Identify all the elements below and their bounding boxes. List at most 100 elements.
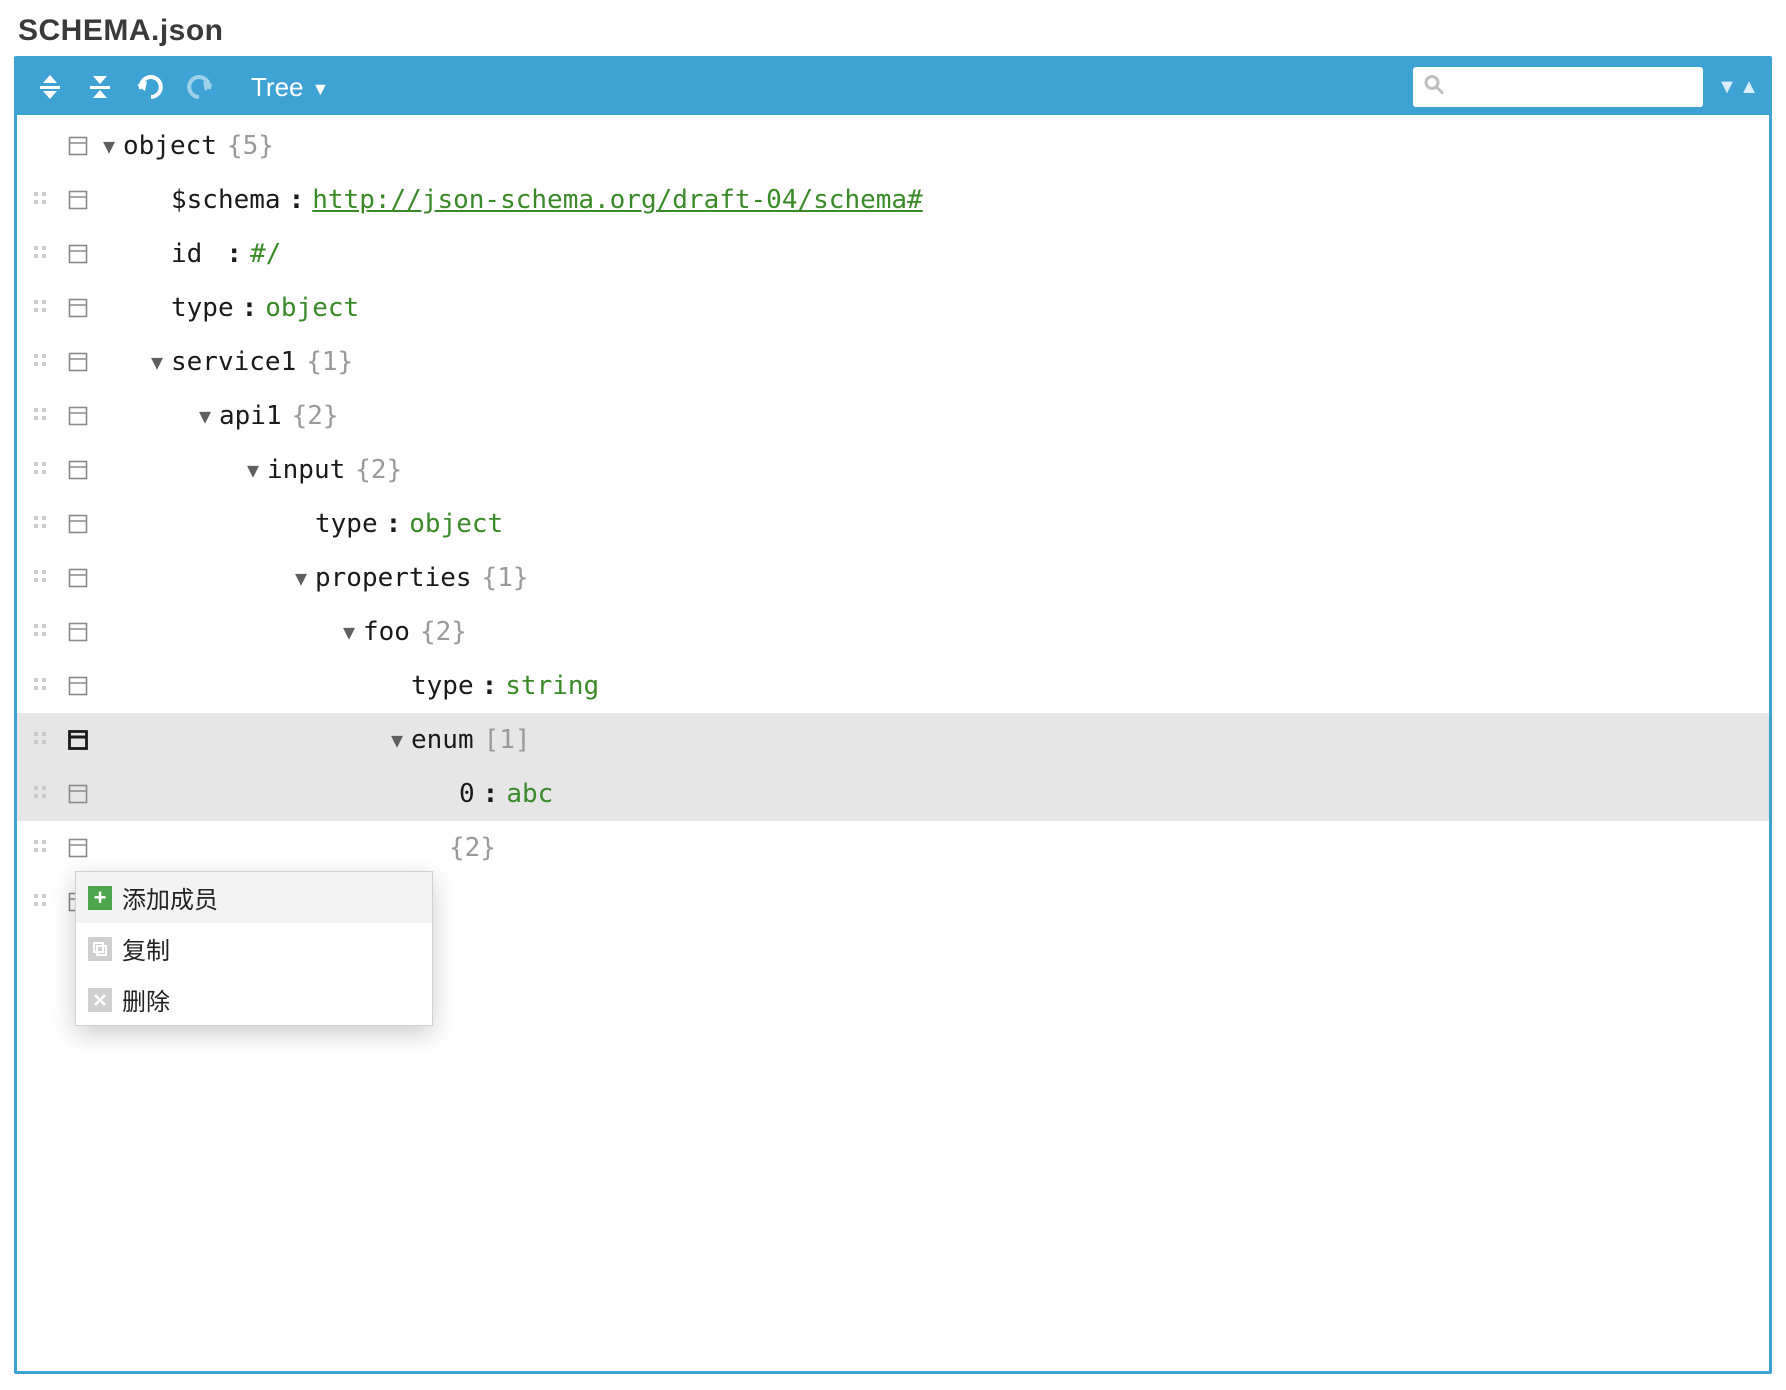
node-key[interactable]: type xyxy=(171,293,234,323)
row-menu-button[interactable] xyxy=(67,513,89,535)
caret-down-icon[interactable]: ▼ xyxy=(95,134,123,158)
tree-row[interactable]: ▼input {2} xyxy=(17,443,1769,497)
node-key[interactable]: api1 xyxy=(219,401,282,431)
node-meta: {1} xyxy=(306,347,353,377)
separator: : xyxy=(386,509,402,539)
separator: : xyxy=(226,239,242,269)
tree-row[interactable]: ▼enum [1] xyxy=(17,713,1769,767)
expand-icon xyxy=(36,73,64,101)
row-menu-button[interactable] xyxy=(67,297,89,319)
drag-handle-icon[interactable] xyxy=(31,729,53,751)
caret-down-icon[interactable]: ▼ xyxy=(239,458,267,482)
tree-row[interactable]: ▼$schema:http://json-schema.org/draft-04… xyxy=(17,173,1769,227)
row-menu-button[interactable] xyxy=(67,783,89,805)
row-menu-button[interactable] xyxy=(67,243,89,265)
node-value[interactable]: #/ xyxy=(250,239,281,269)
tree-row[interactable]: ▼api1 {2} xyxy=(17,389,1769,443)
tree-row[interactable]: ▼object {5} xyxy=(17,119,1769,173)
tree-row[interactable]: ▼{2} xyxy=(17,821,1769,875)
row-menu-button[interactable] xyxy=(67,729,89,751)
row-menu-button[interactable] xyxy=(67,405,89,427)
tree-row[interactable]: ▼type:object xyxy=(17,497,1769,551)
tree-area[interactable]: ▼object{5}▼$schema:http://json-schema.or… xyxy=(17,115,1769,1371)
tree-row[interactable]: ▼type:string xyxy=(17,659,1769,713)
drag-handle-icon[interactable] xyxy=(31,837,53,859)
expand-all-button[interactable] xyxy=(27,64,73,110)
drag-handle-icon[interactable] xyxy=(31,567,53,589)
row-menu-button[interactable] xyxy=(67,135,89,157)
context-menu-label: 删除 xyxy=(122,982,170,1017)
node-key[interactable]: type xyxy=(411,671,474,701)
drag-handle-icon[interactable] xyxy=(31,351,53,373)
search-next-button[interactable]: ▼ xyxy=(1717,77,1737,97)
tree-row[interactable]: ▼type:object xyxy=(17,281,1769,335)
node-meta: {2} xyxy=(292,401,339,431)
separator: : xyxy=(289,185,305,215)
tree-row[interactable]: ▼properties{1} xyxy=(17,551,1769,605)
node-meta: {2} xyxy=(449,833,496,863)
row-menu-button[interactable] xyxy=(67,189,89,211)
caret-down-icon[interactable]: ▼ xyxy=(143,350,171,374)
caret-down-icon[interactable]: ▼ xyxy=(383,728,411,752)
drag-handle-icon[interactable] xyxy=(31,675,53,697)
row-menu-button[interactable] xyxy=(67,675,89,697)
mode-dropdown[interactable]: Tree ▼ xyxy=(243,68,337,107)
tree-row[interactable]: ▼0:abc xyxy=(17,767,1769,821)
node-meta: [1] xyxy=(484,725,531,755)
node-key[interactable]: foo xyxy=(363,617,410,647)
drag-handle-icon[interactable] xyxy=(31,189,53,211)
search-wrap xyxy=(1413,67,1703,107)
search-input[interactable] xyxy=(1413,67,1703,107)
node-value[interactable]: abc xyxy=(506,779,553,809)
drag-handle-icon[interactable] xyxy=(31,621,53,643)
row-menu-button[interactable] xyxy=(67,567,89,589)
node-key[interactable]: input xyxy=(267,455,345,485)
caret-down-icon[interactable]: ▼ xyxy=(191,404,219,428)
context-menu-item[interactable]: 复制 xyxy=(76,923,432,974)
tree-row[interactable]: ▼service1 {1} xyxy=(17,335,1769,389)
node-value[interactable]: string xyxy=(505,671,599,701)
drag-handle-icon[interactable] xyxy=(31,513,53,535)
drag-handle-icon[interactable] xyxy=(31,297,53,319)
row-menu-button[interactable] xyxy=(67,837,89,859)
drag-handle-icon[interactable] xyxy=(31,243,53,265)
node-value[interactable]: object xyxy=(409,509,503,539)
caret-down-icon[interactable]: ▼ xyxy=(335,620,363,644)
copy-icon xyxy=(88,937,112,961)
redo-button[interactable] xyxy=(177,64,223,110)
node-value[interactable]: object xyxy=(265,293,359,323)
node-key[interactable]: $schema xyxy=(171,185,281,215)
row-menu-button[interactable] xyxy=(67,459,89,481)
node-key[interactable]: service1 xyxy=(171,347,296,377)
context-menu-label: 复制 xyxy=(122,931,170,966)
row-menu-button[interactable] xyxy=(67,621,89,643)
node-key[interactable]: id xyxy=(171,239,218,269)
node-meta: {2} xyxy=(355,455,402,485)
undo-button[interactable] xyxy=(127,64,173,110)
node-key[interactable]: 0 xyxy=(459,779,475,809)
search-prev-button[interactable]: ▲ xyxy=(1739,77,1759,97)
mode-label: Tree xyxy=(251,72,304,103)
separator: : xyxy=(242,293,258,323)
drag-handle-icon[interactable] xyxy=(31,459,53,481)
node-key[interactable]: type xyxy=(315,509,378,539)
node-meta: {2} xyxy=(420,617,467,647)
node-value-link[interactable]: http://json-schema.org/draft-04/schema# xyxy=(312,185,922,215)
tree-row[interactable]: ▼foo {2} xyxy=(17,605,1769,659)
context-menu-item[interactable]: 删除 xyxy=(76,974,432,1025)
drag-handle-icon[interactable] xyxy=(31,891,53,913)
chevron-down-icon: ▼ xyxy=(312,79,330,100)
drag-handle-icon[interactable] xyxy=(31,783,53,805)
node-meta: {5} xyxy=(227,131,274,161)
plus-icon: + xyxy=(88,886,112,910)
row-menu-button[interactable] xyxy=(67,351,89,373)
drag-handle-icon[interactable] xyxy=(31,405,53,427)
search-nav: ▼ ▲ xyxy=(1717,77,1759,97)
context-menu-item[interactable]: +添加成员 xyxy=(76,872,432,923)
node-key[interactable]: properties xyxy=(315,563,472,593)
node-key[interactable]: enum xyxy=(411,725,474,755)
tree-row[interactable]: ▼id:#/ xyxy=(17,227,1769,281)
collapse-all-button[interactable] xyxy=(77,64,123,110)
node-key[interactable]: object xyxy=(123,131,217,161)
caret-down-icon[interactable]: ▼ xyxy=(287,566,315,590)
